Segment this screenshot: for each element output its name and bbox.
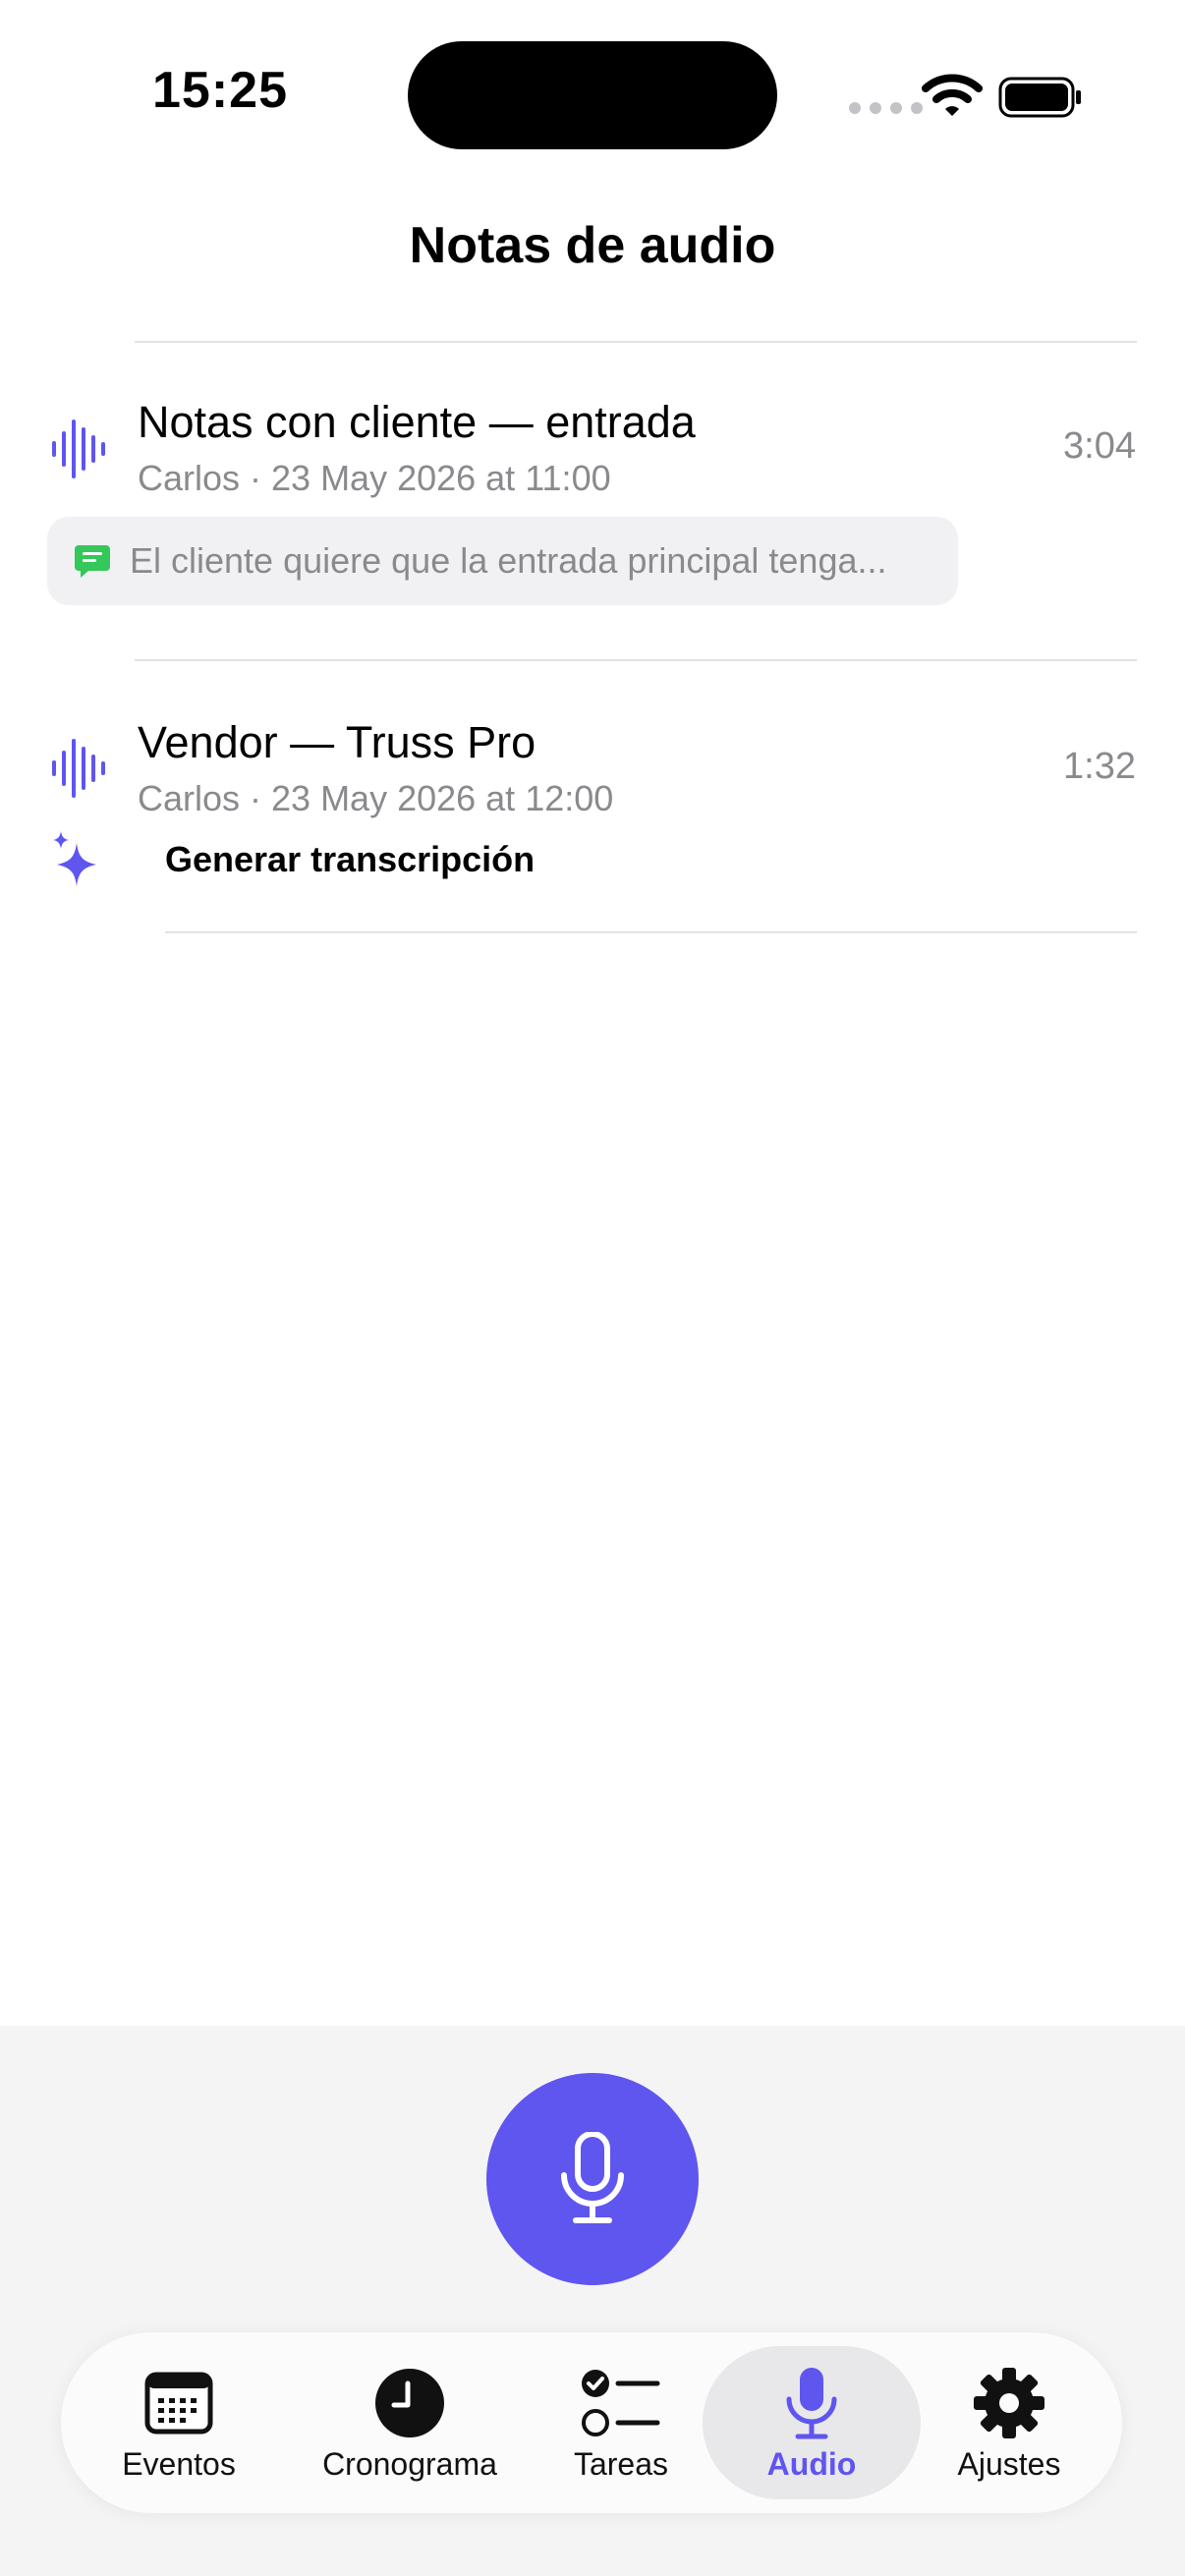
recording-title: Notas con cliente — entrada <box>138 397 696 447</box>
microphone-icon <box>561 2132 624 2223</box>
tab-cronograma[interactable]: Cronograma <box>307 2332 513 2513</box>
dynamic-island <box>408 41 777 149</box>
checklist-icon <box>582 2370 660 2436</box>
recording-meta: Carlos · 23 May 2026 at 11:00 <box>138 458 611 498</box>
battery-icon <box>998 77 1081 118</box>
page-title: Notas de audio <box>409 217 776 274</box>
generate-transcription-label: Generar transcripción <box>165 839 536 879</box>
wifi-icon <box>922 74 983 116</box>
tab-label: Audio <box>766 2446 857 2482</box>
tab-label: Tareas <box>573 2446 669 2482</box>
chat-bubble-icon <box>75 545 110 578</box>
generate-transcription-button[interactable]: Generar transcripción <box>49 827 535 892</box>
recording-duration: 3:04 <box>1063 425 1136 467</box>
tab-tareas[interactable]: Tareas <box>557 2332 685 2513</box>
transcript-snippet-text: El cliente quiere que la entrada princip… <box>130 540 887 581</box>
sparkles-icon <box>53 831 96 886</box>
calendar-icon <box>144 2372 213 2435</box>
cellular-signal-icon <box>849 102 923 114</box>
gear-icon <box>974 2368 1044 2438</box>
tab-eventos[interactable]: Eventos <box>105 2332 253 2513</box>
record-button[interactable] <box>486 2073 699 2285</box>
tab-label: Ajustes <box>957 2446 1061 2482</box>
audio-waveform-icon <box>52 739 105 798</box>
divider <box>135 341 1137 343</box>
recording-meta: Carlos · 23 May 2026 at 12:00 <box>138 778 614 818</box>
tab-label: Eventos <box>122 2446 236 2482</box>
audio-waveform-icon <box>52 420 105 478</box>
tab-ajustes[interactable]: Ajustes <box>940 2332 1078 2513</box>
recording-duration: 1:32 <box>1063 746 1136 787</box>
status-time: 15:25 <box>152 62 288 119</box>
tab-audio[interactable]: Audio <box>713 2332 910 2513</box>
recording-title: Vendor — Truss Pro <box>138 717 536 767</box>
microphone-icon <box>786 2368 837 2439</box>
clock-icon <box>375 2369 444 2437</box>
tab-label: Cronograma <box>322 2446 497 2482</box>
divider <box>135 659 1137 661</box>
tab-bar: Eventos Cronograma Tareas Audio Ajustes <box>61 2332 1122 2513</box>
divider <box>165 931 1137 933</box>
transcript-snippet[interactable]: El cliente quiere que la entrada princip… <box>47 517 958 605</box>
